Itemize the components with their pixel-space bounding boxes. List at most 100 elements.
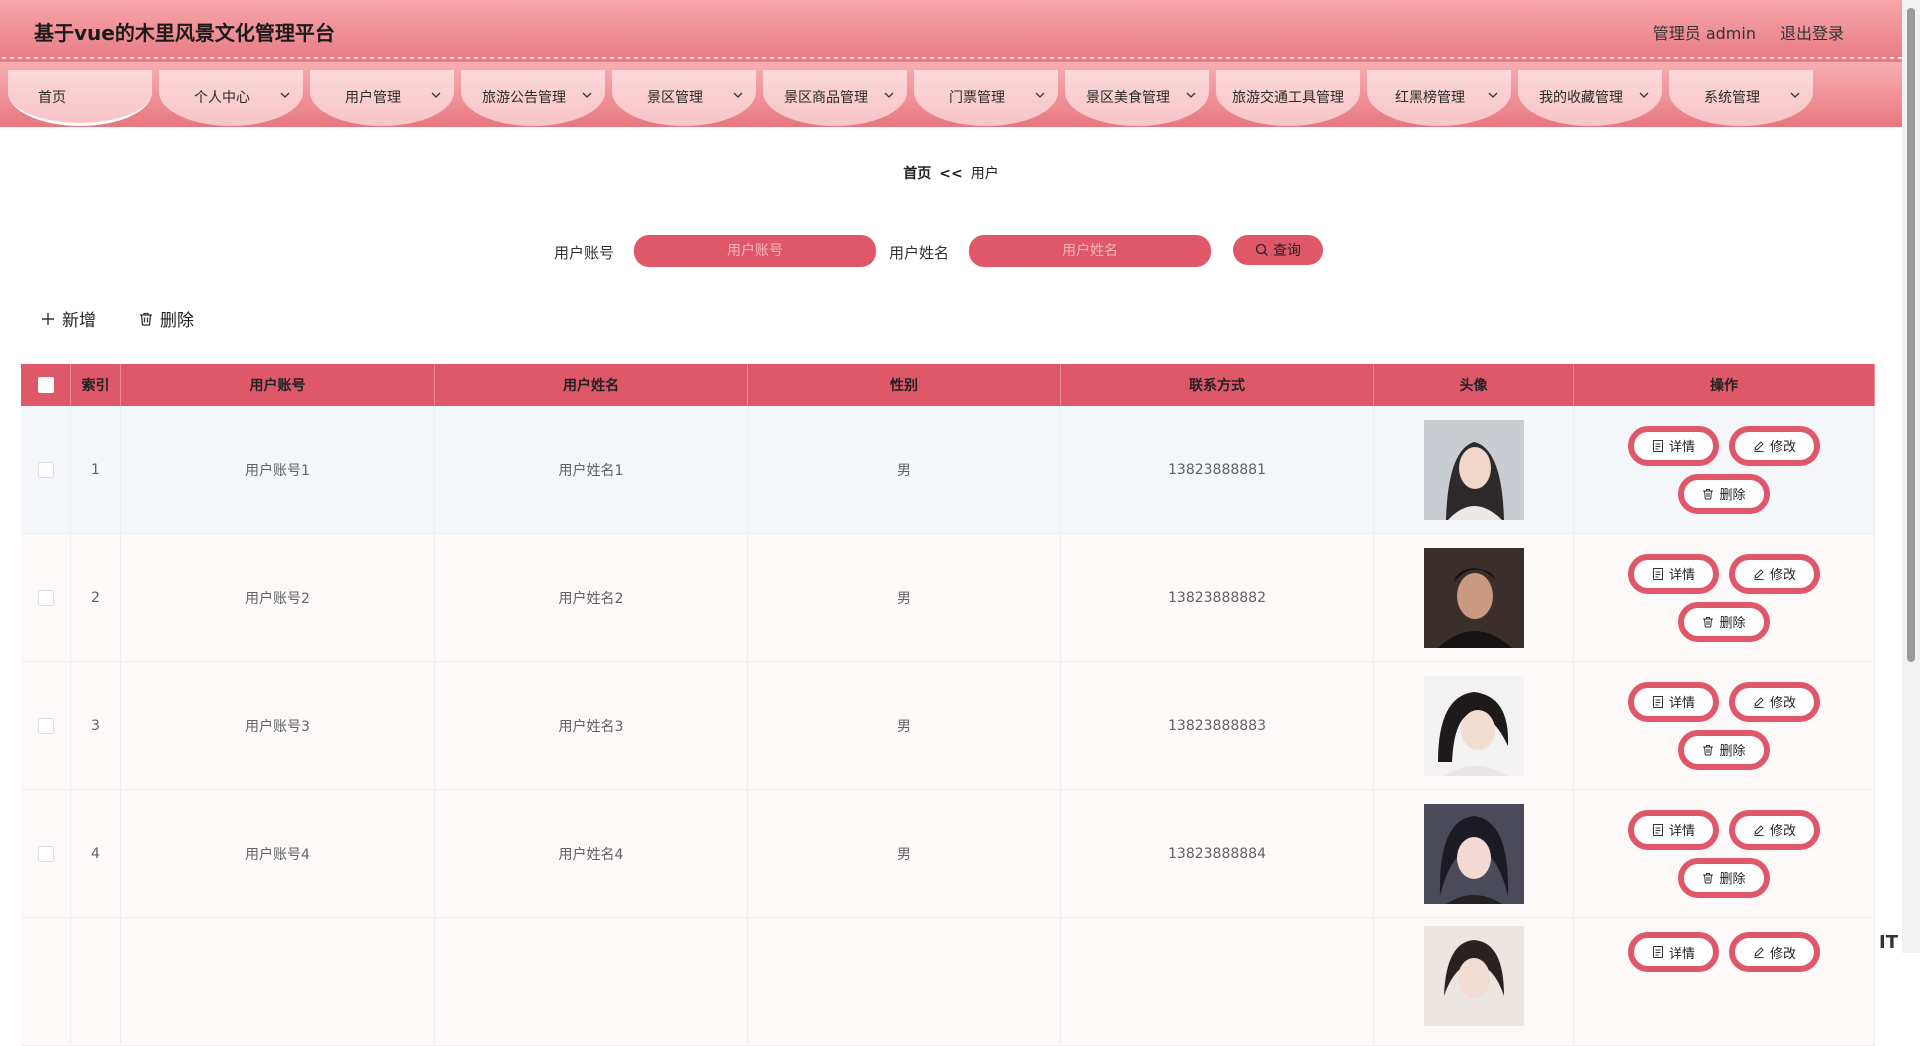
row-checkbox[interactable] [37,461,54,478]
table-row: 3 用户账号3 用户姓名3 男 13823888883 详情 修改 删除 [21,662,1875,790]
edit-icon [1754,696,1764,708]
main-nav: 首页 个人中心 用户管理 旅游公告管理 景区管理 景区商品管理 门票管理 景区美… [0,62,1902,127]
name-search-label: 用户姓名 [889,244,950,262]
account-cell: 用户账号3 [121,662,435,789]
account-search-input[interactable] [634,235,876,267]
page-scrollbar[interactable] [1902,0,1920,953]
delete-button[interactable]: 删除 [1678,473,1770,514]
edit-button[interactable]: 修改 [1729,425,1821,466]
nav-item-label: 用户管理 [345,90,401,106]
table-header: 索引 用户账号 用户姓名 性别 联系方式 头像 操作 [21,364,1875,406]
nav-item-label: 我的收藏管理 [1539,90,1623,106]
delete-button-label: 删除 [1719,744,1746,759]
nav-item-label: 景区美食管理 [1086,90,1170,106]
name-cell [435,918,748,1045]
add-button-label: 新增 [62,311,96,331]
avatar[interactable] [1423,675,1524,776]
chevron-down-icon [1639,92,1649,98]
row-select-cell[interactable] [21,662,71,789]
row-select-cell[interactable] [21,406,71,533]
trash-icon [140,312,152,326]
name-search-input[interactable] [969,235,1211,267]
breadcrumb-separator: << [939,166,963,182]
nav-item-ticket-management[interactable]: 门票管理 [914,70,1058,126]
chevron-down-icon [431,92,441,98]
row-checkbox[interactable] [37,717,54,734]
edit-button[interactable]: 修改 [1729,932,1821,972]
detail-button-label: 详情 [1668,946,1695,962]
select-all-checkbox[interactable] [37,377,54,393]
header-select-all[interactable] [21,364,71,406]
detail-button[interactable]: 详情 [1627,932,1719,972]
breadcrumb-home[interactable]: 首页 [903,166,931,182]
edit-button[interactable]: 修改 [1729,553,1821,594]
delete-button[interactable]: 删除 [1678,857,1770,898]
detail-button[interactable]: 详情 [1627,425,1719,466]
row-checkbox[interactable] [37,589,54,606]
edit-button-label: 修改 [1770,696,1797,711]
edit-icon [1754,440,1764,452]
nav-item-home[interactable]: 首页 [8,70,152,126]
scrollbar-thumb[interactable] [1907,8,1915,662]
detail-button[interactable]: 详情 [1627,553,1719,594]
name-cell: 用户姓名3 [435,662,748,789]
add-button[interactable]: 新增 [40,306,96,331]
account-cell: 用户账号1 [121,406,435,533]
trash-icon [1703,616,1714,627]
nav-item-scenic-food-management[interactable]: 景区美食管理 [1065,70,1209,126]
detail-button[interactable]: 详情 [1627,809,1719,850]
edit-button-label: 修改 [1770,824,1797,839]
nav-item-tour-notice-management[interactable]: 旅游公告管理 [461,70,605,126]
edit-icon [1754,824,1764,836]
query-button[interactable]: 查询 [1233,235,1323,265]
trash-icon [1703,488,1714,499]
index-cell: 3 [71,662,121,789]
avatar-photo-icon [1423,926,1524,1026]
index-cell [71,918,121,1045]
chevron-down-icon [1186,92,1196,98]
avatar[interactable] [1423,926,1524,1026]
avatar[interactable] [1423,803,1524,904]
table-row: 2 用户账号2 用户姓名2 男 13823888882 详情 修改 删除 [21,534,1875,662]
header-phone: 联系方式 [1061,364,1374,406]
edit-button[interactable]: 修改 [1729,681,1821,722]
current-user-label: 管理员 admin [1652,24,1756,43]
row-select-cell[interactable] [21,918,71,1045]
avatar[interactable] [1423,547,1524,648]
nav-item-user-management[interactable]: 用户管理 [310,70,454,126]
avatar[interactable] [1423,419,1524,520]
index-cell: 2 [71,534,121,661]
nav-item-label: 旅游公告管理 [482,90,566,106]
phone-cell: 13823888883 [1061,662,1374,789]
detail-button[interactable]: 详情 [1627,681,1719,722]
row-select-cell[interactable] [21,534,71,661]
nav-item-scenic-area-management[interactable]: 景区管理 [612,70,756,126]
breadcrumb-current: 用户 [970,166,999,182]
nav-item-favorites-management[interactable]: 我的收藏管理 [1518,70,1662,126]
account-cell [121,918,435,1045]
delete-button-label: 删除 [1719,616,1746,631]
edit-button[interactable]: 修改 [1729,809,1821,850]
edit-button-label: 修改 [1770,440,1797,455]
search-icon [1255,243,1268,256]
document-icon [1652,823,1663,836]
nav-item-personal-center[interactable]: 个人中心 [159,70,303,126]
phone-cell: 13823888884 [1061,790,1374,917]
nav-item-red-black-list-management[interactable]: 红黑榜管理 [1367,70,1511,126]
nav-item-system-management[interactable]: 系统管理 [1669,70,1813,126]
row-checkbox[interactable] [37,845,54,862]
app-title: 基于vue的木里风景文化管理平台 [34,21,335,45]
logout-link[interactable]: 退出登录 [1780,20,1844,44]
batch-delete-button[interactable]: 删除 [138,306,194,331]
delete-button[interactable]: 删除 [1678,601,1770,642]
phone-cell [1061,918,1374,1045]
document-icon [1652,567,1663,580]
phone-cell: 13823888882 [1061,534,1374,661]
ops-cell: 详情 修改 删除 [1574,406,1875,533]
nav-item-transport-management[interactable]: 旅游交通工具管理 [1216,70,1360,126]
nav-item-scenic-goods-management[interactable]: 景区商品管理 [763,70,907,126]
ops-cell: 详情 修改 删除 [1574,790,1875,917]
row-select-cell[interactable] [21,790,71,917]
nav-item-label: 红黑榜管理 [1395,90,1465,106]
delete-button[interactable]: 删除 [1678,729,1770,770]
